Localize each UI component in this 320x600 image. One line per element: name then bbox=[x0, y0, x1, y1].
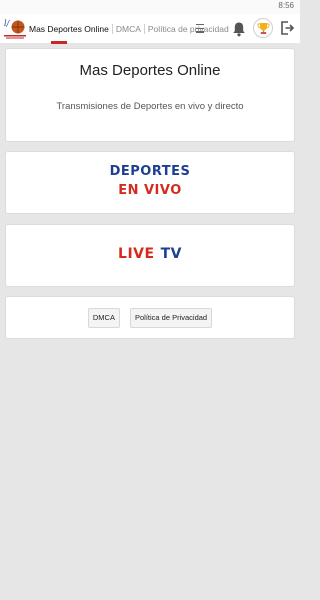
live-tv-logo-live: LIVE bbox=[118, 246, 155, 262]
deportes-logo-line1: DEPORTES bbox=[109, 164, 191, 179]
svg-text:l/: l/ bbox=[4, 19, 11, 28]
page-title: Mas Deportes Online bbox=[79, 62, 221, 79]
logo-icon[interactable]: l/ bbox=[3, 16, 27, 40]
deportes-logo-line2: EN VIVO bbox=[118, 183, 182, 198]
deportes-en-vivo-card[interactable]: DEPORTES EN VIVO bbox=[5, 151, 295, 214]
trophy-button[interactable] bbox=[253, 18, 273, 38]
links-card: DMCA Política de Privacidad bbox=[5, 296, 295, 339]
status-bar: 8:56 bbox=[0, 0, 300, 14]
menu-icon[interactable] bbox=[196, 24, 204, 33]
bell-icon[interactable] bbox=[232, 21, 246, 37]
page-subtitle: Transmisiones de Deportes en vivo y dire… bbox=[56, 101, 244, 112]
header-card: Mas Deportes Online Transmisiones de Dep… bbox=[5, 48, 295, 142]
tab-mas-deportes-online[interactable]: Mas Deportes Online bbox=[26, 14, 112, 44]
exit-icon[interactable] bbox=[279, 20, 295, 36]
status-time: 8:56 bbox=[278, 1, 294, 10]
app-bar: l/ Mas Deportes Online DMCA Política de … bbox=[0, 14, 300, 44]
trophy-icon bbox=[257, 22, 269, 34]
tab-politica-de-privacidad[interactable]: Política de privacidad bbox=[145, 14, 232, 44]
tab-dmca[interactable]: DMCA bbox=[113, 14, 144, 44]
privacy-policy-button[interactable]: Política de Privacidad bbox=[129, 308, 213, 328]
live-tv-logo-tv: TV bbox=[160, 246, 182, 262]
live-tv-logo: LIVE TV bbox=[6, 246, 294, 262]
dmca-button[interactable]: DMCA bbox=[87, 308, 120, 328]
footer-links: DMCA Política de Privacidad bbox=[6, 308, 294, 328]
live-tv-card[interactable]: LIVE TV bbox=[5, 224, 295, 287]
